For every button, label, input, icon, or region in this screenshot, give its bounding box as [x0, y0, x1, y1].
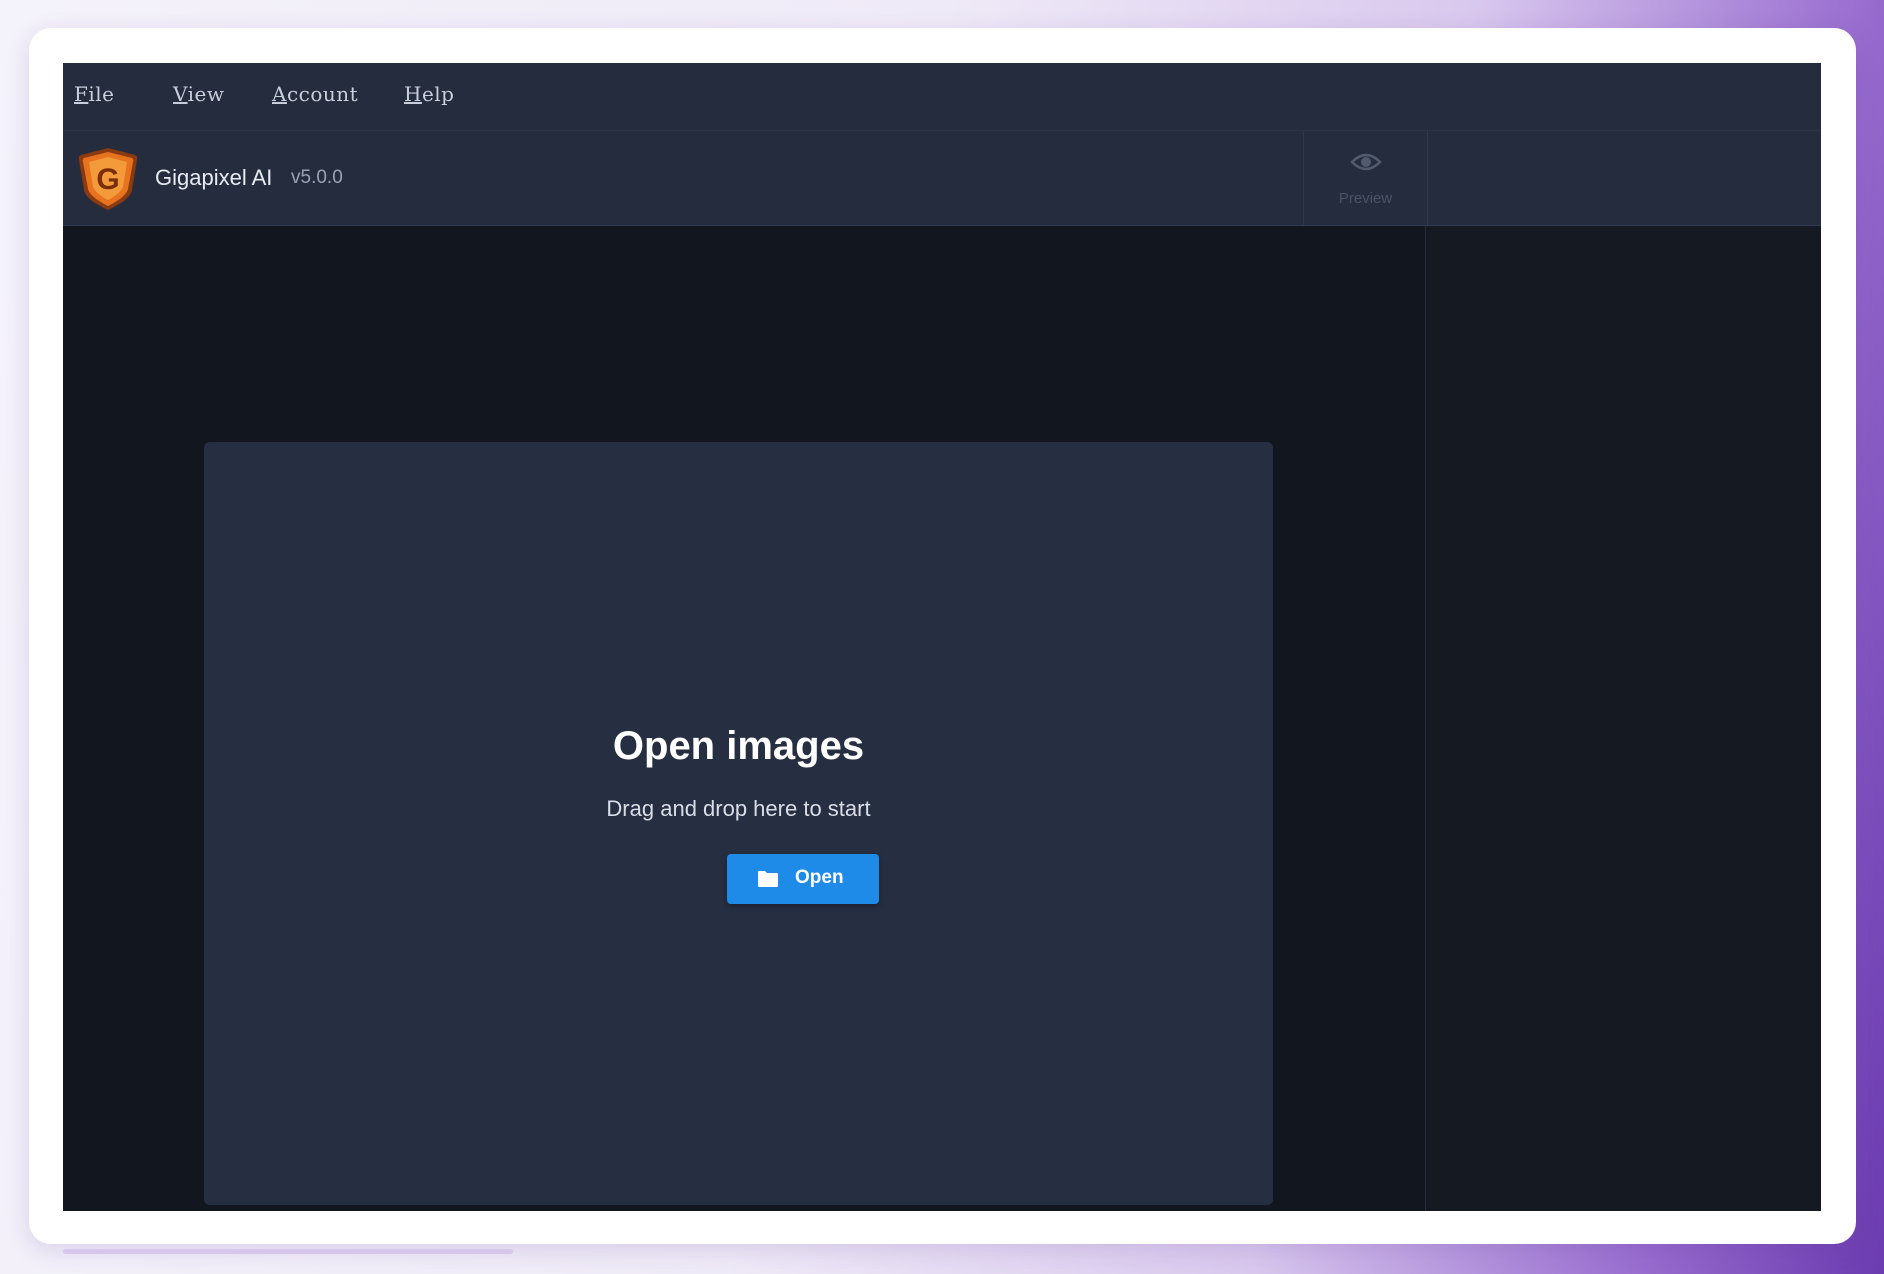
- decorative-underline: [63, 1249, 513, 1254]
- menu-file-accelerator: F: [74, 82, 89, 106]
- menu-file[interactable]: File: [74, 82, 115, 106]
- gigapixel-logo-icon: G: [78, 148, 138, 210]
- menu-account-label: ccount: [286, 82, 359, 106]
- menu-view[interactable]: View: [173, 82, 224, 106]
- menu-help-accelerator: H: [404, 82, 422, 106]
- menu-account-accelerator: A: [272, 82, 287, 106]
- drop-zone-subtitle: Drag and drop here to start: [606, 796, 871, 821]
- folder-icon: [758, 871, 778, 887]
- workspace: Open images Drag and drop here to start …: [63, 226, 1425, 1211]
- app-version: v5.0.0: [291, 167, 343, 188]
- open-button-label: Open: [795, 867, 844, 888]
- menu-account[interactable]: Account: [272, 82, 358, 106]
- preview-label: Preview: [1338, 190, 1393, 207]
- drop-zone-title: Open images: [612, 724, 865, 768]
- app-header: G Gigapixel AI v5.0.0 Preview: [63, 131, 1821, 226]
- menu-view-label: iew: [187, 82, 225, 106]
- menu-view-accelerator: V: [173, 82, 188, 106]
- menu-bar: File View Account Help: [63, 63, 1821, 131]
- app-window: File View Account Help G Gigapixel AI v5…: [63, 63, 1821, 1211]
- drop-zone[interactable]: Open images Drag and drop here to start …: [204, 442, 1273, 1205]
- right-panel: [1425, 226, 1821, 1211]
- preview-button[interactable]: Preview: [1303, 131, 1428, 225]
- app-title: Gigapixel AI: [155, 165, 273, 190]
- open-button[interactable]: Open: [727, 854, 879, 904]
- logo-letter: G: [96, 163, 119, 196]
- menu-help-label: elp: [421, 82, 455, 106]
- menu-file-label: ile: [88, 82, 115, 106]
- eye-icon: [1350, 153, 1382, 171]
- menu-help[interactable]: Help: [404, 82, 455, 106]
